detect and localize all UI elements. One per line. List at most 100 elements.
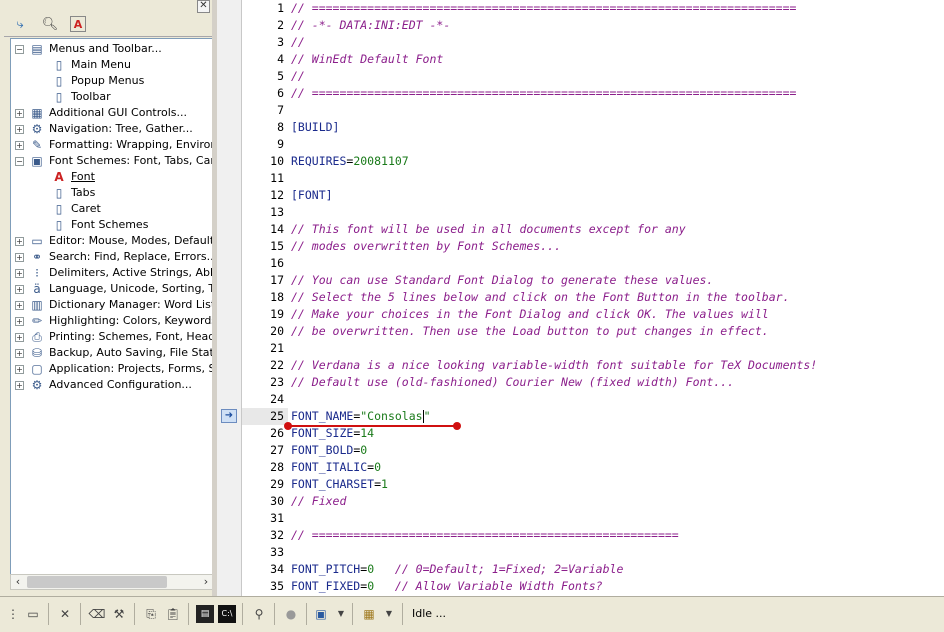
panel-icon[interactable]: ▭ xyxy=(24,605,42,623)
code-line[interactable]: 5 // xyxy=(242,68,944,85)
expand-icon[interactable]: + xyxy=(15,285,24,294)
code-line[interactable]: 22 // Verdana is a nice looking variable-… xyxy=(242,357,944,374)
expand-icon[interactable]: + xyxy=(15,109,24,118)
scroll-thumb[interactable] xyxy=(27,576,167,588)
separator xyxy=(48,603,49,625)
expand-icon[interactable]: + xyxy=(15,317,24,326)
collapse-icon[interactable]: − xyxy=(15,157,24,166)
expand-icon[interactable]: + xyxy=(15,349,24,358)
code-text: // modes overwritten by Font Schemes... xyxy=(291,238,561,255)
code-line[interactable]: 1 // ====================================… xyxy=(242,0,944,17)
code-line[interactable]: 6 // ====================================… xyxy=(242,85,944,102)
code-line[interactable]: 35 FONT_FIXED=0 // Allow Variable Width F… xyxy=(242,578,944,595)
code-token-comment: // 0=Default; 1=Fixed; 2=Variable xyxy=(374,562,624,576)
code-line[interactable]: 2 // -*- DATA:INI:EDT -*- xyxy=(242,17,944,34)
code-line[interactable]: 16 xyxy=(242,255,944,272)
code-line[interactable]: 24 xyxy=(242,391,944,408)
console-icon[interactable]: ▤ xyxy=(196,605,214,623)
code-token-comment: // Default use (old-fashioned) Courier N… xyxy=(291,375,735,389)
code-line[interactable]: 23 // Default use (old-fashioned) Courier… xyxy=(242,374,944,391)
code-text: // Default use (old-fashioned) Courier N… xyxy=(291,374,734,391)
scroll-left-icon[interactable]: ‹ xyxy=(11,575,25,589)
delimiter-icon: ⁝ xyxy=(35,266,39,280)
close-icon[interactable]: ✕ xyxy=(56,605,74,623)
command-prompt-icon[interactable]: C:\ xyxy=(218,605,236,623)
copy-icon[interactable]: ⎘ xyxy=(142,605,160,623)
code-line[interactable]: 29 FONT_CHARSET=1 xyxy=(242,476,944,493)
line-number: 13 xyxy=(270,205,284,219)
code-text: // Make your choices in the Font Dialog … xyxy=(291,306,769,323)
expand-icon[interactable]: + xyxy=(15,301,24,310)
code-line[interactable]: 15 // modes overwritten by Font Schemes..… xyxy=(242,238,944,255)
tree-item-label: Search: Find, Replace, Errors... xyxy=(49,250,214,263)
page-icon: ▯ xyxy=(55,218,63,232)
expand-icon[interactable]: + xyxy=(15,381,24,390)
expand-icon[interactable]: + xyxy=(15,253,24,262)
eraser-icon[interactable]: ⌫ xyxy=(88,605,106,623)
separator xyxy=(80,603,81,625)
gui-icon: ▦ xyxy=(31,106,43,120)
tree-item-label: Tabs xyxy=(71,186,96,199)
code-line[interactable]: 19 // Make your choices in the Font Dialo… xyxy=(242,306,944,323)
code-text: // Fixed xyxy=(291,493,346,510)
separator xyxy=(306,603,307,625)
record-icon[interactable]: ● xyxy=(282,605,300,623)
code-line[interactable]: 26 FONT_SIZE=14 xyxy=(242,425,944,442)
code-line[interactable]: 28 FONT_ITALIC=0 xyxy=(242,459,944,476)
code-line[interactable]: 8 [BUILD] xyxy=(242,119,944,136)
expand-icon[interactable]: + xyxy=(15,125,24,134)
code-editor[interactable]: 1 // ====================================… xyxy=(242,0,944,596)
code-line[interactable]: 31 xyxy=(242,510,944,527)
code-line[interactable]: 25 FONT_NAME="Consolas" xyxy=(242,408,944,425)
options-tree[interactable]: − ▤ Menus and Toolbar... ▯ Main Menu ▯ Popup M… xyxy=(10,38,214,576)
bookmark-gutter[interactable] xyxy=(217,0,242,596)
line-number: 33 xyxy=(270,545,284,559)
code-line[interactable]: 9 xyxy=(242,136,944,153)
code-line[interactable]: 11 xyxy=(242,170,944,187)
expand-icon[interactable]: + xyxy=(15,269,24,278)
code-line[interactable]: 21 xyxy=(242,340,944,357)
code-line[interactable]: 7 xyxy=(242,102,944,119)
code-token-comment: // Make your choices in the Font Dialog … xyxy=(291,307,769,321)
expand-icon[interactable]: + xyxy=(15,333,24,342)
tools-icon[interactable]: ⚒ xyxy=(110,605,128,623)
collapse-icon[interactable]: − xyxy=(15,45,24,54)
code-line[interactable]: 34 FONT_PITCH=0 // 0=Default; 1=Fixed; 2=… xyxy=(242,561,944,578)
code-line[interactable]: 33 xyxy=(242,544,944,561)
font-icon[interactable]: A xyxy=(70,16,86,32)
separator xyxy=(274,603,275,625)
code-text: FONT_NAME="Consolas" xyxy=(291,408,431,425)
code-line[interactable]: 12 [FONT] xyxy=(242,187,944,204)
scroll-right-icon[interactable]: › xyxy=(199,575,213,589)
code-line[interactable]: 20 // be overwritten. Then use the Load b… xyxy=(242,323,944,340)
wrap-icon[interactable]: ⤷ xyxy=(10,14,30,34)
editor-icon: ▭ xyxy=(31,234,43,248)
tree-horizontal-scrollbar[interactable]: ‹ › xyxy=(10,574,214,590)
code-line[interactable]: 14 // This font will be used in all docum… xyxy=(242,221,944,238)
expand-icon[interactable]: + xyxy=(15,237,24,246)
code-line[interactable]: 13 xyxy=(242,204,944,221)
save-all-icon[interactable]: ▣ xyxy=(312,605,330,623)
code-line[interactable]: 4 // WinEdt Default Font xyxy=(242,51,944,68)
code-line[interactable]: 10 REQUIRES=20081107 xyxy=(242,153,944,170)
line-number: 26 xyxy=(270,426,284,440)
dropdown-arrow-icon[interactable]: ▼ xyxy=(332,605,350,623)
code-line[interactable]: 3 // xyxy=(242,34,944,51)
code-token-val: 14 xyxy=(360,426,375,440)
code-token-key: FONT_BOLD xyxy=(291,443,354,457)
code-line[interactable]: 32 // ===================================… xyxy=(242,527,944,544)
expand-icon[interactable]: + xyxy=(15,365,24,374)
line-number: 31 xyxy=(270,511,284,525)
annotation-end-dot xyxy=(453,422,461,430)
expand-icon[interactable]: + xyxy=(15,141,24,150)
code-line[interactable]: 30 // Fixed xyxy=(242,493,944,510)
code-line[interactable]: 17 // You can use Standard Font Dialog to… xyxy=(242,272,944,289)
paste-icon[interactable]: 📋︎ xyxy=(164,605,182,623)
pin-icon[interactable]: ⚲ xyxy=(250,605,268,623)
project-icon[interactable]: ▦ xyxy=(360,605,378,623)
tree-item-label: Language, Unicode, Sorting, Tran xyxy=(49,282,214,295)
search-icon[interactable]: 🔍︎ xyxy=(40,14,60,34)
code-line[interactable]: 27 FONT_BOLD=0 xyxy=(242,442,944,459)
dropdown-arrow-icon[interactable]: ▼ xyxy=(380,605,398,623)
code-line[interactable]: 18 // Select the 5 lines below and click … xyxy=(242,289,944,306)
